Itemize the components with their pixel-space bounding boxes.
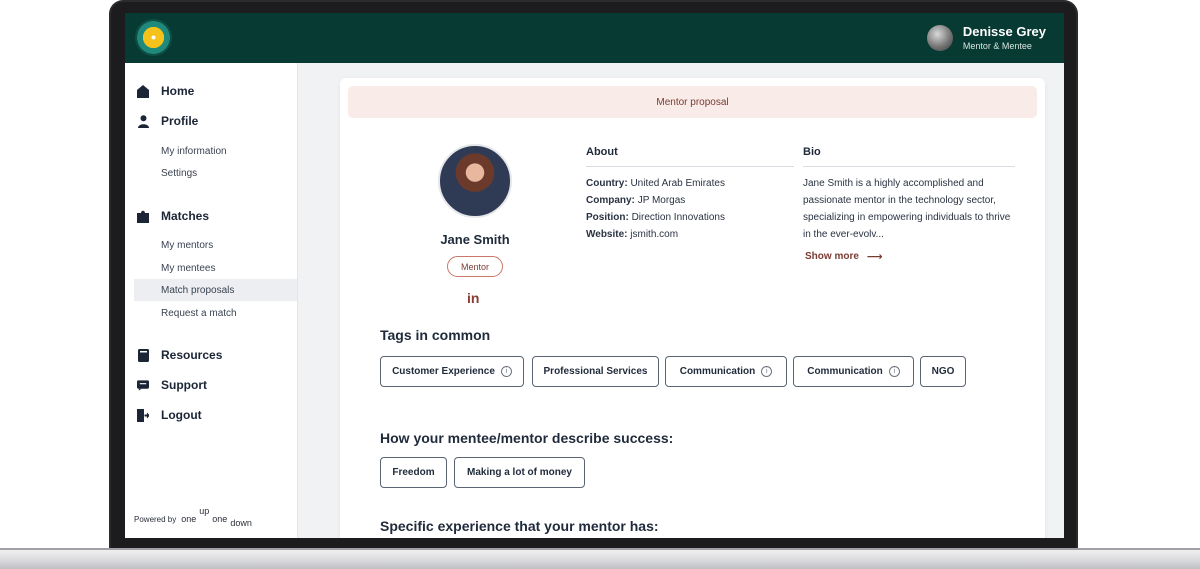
arrow-right-icon: ⟶ — [866, 251, 883, 263]
sidebar-item-settings[interactable]: Settings — [134, 162, 297, 184]
sidebar-item-home[interactable]: Home — [137, 80, 194, 102]
logo-icon[interactable] — [135, 19, 172, 56]
laptop-base-edge — [0, 548, 1200, 550]
success-heading: How your mentee/mentor describe success: — [380, 430, 674, 446]
about-label: Country: — [586, 178, 628, 189]
about-heading: About — [586, 146, 794, 167]
resources-icon — [137, 348, 149, 362]
avatar[interactable] — [926, 25, 953, 51]
info-icon[interactable]: i — [888, 366, 900, 377]
about-country: Country: United Arab Emirates — [586, 178, 725, 189]
sidebar-item-my-mentees[interactable]: My mentees — [134, 257, 297, 279]
profile-name: Jane Smith — [440, 232, 510, 247]
about-label: Company: — [586, 195, 635, 206]
bio-text: Jane Smith is a highly accomplished and … — [803, 178, 1011, 240]
about-value: United Arab Emirates — [630, 178, 725, 189]
user-name: Denisse Grey — [962, 23, 1046, 39]
experience-heading: Specific experience that your mentor has… — [380, 518, 659, 534]
sidebar-item-logout[interactable]: Logout — [137, 404, 202, 426]
about-website: Website: jsmith.com — [586, 229, 678, 240]
sidebar-item-matches[interactable]: Matches — [137, 205, 209, 227]
app-screen: Denisse Grey Mentor & Mentee Home Profil… — [125, 13, 1064, 538]
tag-chip[interactable]: Communication i — [793, 356, 914, 387]
profile-photo — [438, 144, 512, 218]
brand-word: down — [230, 518, 252, 528]
about-label: Position: — [586, 212, 629, 223]
tag-chip[interactable]: Professional Services — [532, 356, 659, 387]
sidebar-item-my-information[interactable]: My information — [134, 140, 297, 162]
success-chip[interactable]: Making a lot of money — [454, 457, 585, 488]
sidebar-item-profile[interactable]: Profile — [137, 110, 198, 132]
sidebar-item-label: Resources — [161, 348, 223, 362]
user-role: Mentor & Mentee — [962, 40, 1032, 51]
top-bar: Denisse Grey Mentor & Mentee — [125, 13, 1064, 63]
sidebar: Home Profile My information Settings Mat… — [125, 63, 298, 538]
tag-label: Communication — [807, 366, 883, 377]
info-icon[interactable]: i — [761, 366, 773, 377]
sidebar-item-label: Matches — [161, 209, 210, 223]
tag-label: Making a lot of money — [466, 467, 572, 478]
sidebar-item-match-proposals[interactable]: Match proposals — [134, 279, 297, 301]
brand-word: one — [212, 514, 228, 524]
role-badge: Mentor — [447, 256, 503, 277]
logout-icon — [137, 408, 149, 422]
sidebar-item-label: Support — [161, 378, 207, 392]
sidebar-item-label: Logout — [161, 408, 202, 422]
linkedin-icon[interactable]: in — [467, 290, 479, 306]
tag-label: Professional Services — [543, 366, 648, 377]
bio-heading: Bio — [803, 146, 1015, 167]
website-link[interactable]: jsmith.com — [630, 229, 678, 240]
proposal-card: Mentor proposal Jane Smith Mentor in Abo… — [340, 78, 1045, 538]
brand-word: one — [181, 514, 197, 524]
profile-icon — [137, 114, 149, 128]
tag-label: Customer Experience — [392, 366, 495, 377]
tag-label: Freedom — [392, 467, 435, 478]
laptop-base — [0, 548, 1200, 569]
matches-icon — [137, 209, 149, 223]
sidebar-item-resources[interactable]: Resources — [137, 344, 222, 366]
about-value: JP Morgas — [637, 195, 686, 206]
proposal-banner: Mentor proposal — [348, 86, 1037, 118]
support-icon — [137, 378, 149, 392]
home-icon — [137, 84, 149, 98]
about-value: Direction Innovations — [631, 212, 725, 223]
sidebar-item-support[interactable]: Support — [137, 374, 207, 396]
about-company: Company: JP Morgas — [586, 195, 685, 206]
tag-label: NGO — [931, 366, 955, 377]
tag-chip[interactable]: Customer Experience i — [380, 356, 524, 387]
sidebar-item-my-mentors[interactable]: My mentors — [134, 234, 297, 256]
tag-chip[interactable]: Communication i — [665, 356, 787, 387]
about-position: Position: Direction Innovations — [586, 212, 725, 223]
about-label: Website: — [586, 229, 628, 240]
sidebar-item-label: Profile — [161, 114, 199, 128]
success-chip[interactable]: Freedom — [380, 457, 447, 488]
show-more-label: Show more — [805, 251, 859, 262]
sidebar-item-label: Home — [161, 84, 195, 98]
sidebar-item-request-a-match[interactable]: Request a match — [134, 302, 297, 324]
info-icon[interactable]: i — [500, 366, 512, 377]
brand-word: up — [199, 506, 210, 516]
tag-label: Communication — [679, 366, 756, 377]
user-menu[interactable]: Denisse Grey Mentor & Mentee — [926, 20, 1046, 56]
tags-heading: Tags in common — [380, 327, 491, 343]
brand-name: oneupone down — [181, 506, 252, 528]
powered-by-label: Powered by — [134, 515, 177, 524]
powered-by: Powered by oneupone down — [134, 506, 252, 528]
show-more-link[interactable]: Show more ⟶ — [805, 250, 883, 263]
tag-chip[interactable]: NGO — [920, 356, 966, 387]
